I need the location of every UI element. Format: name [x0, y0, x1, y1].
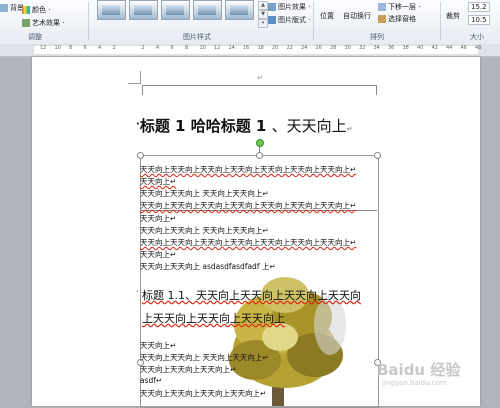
picture-layout-button[interactable]: 图片版式 · — [268, 15, 310, 25]
ruler-number: 22 — [286, 45, 293, 51]
background-button[interactable]: 背景 — [0, 3, 24, 13]
ruler-number: 4 — [98, 45, 102, 51]
document-page[interactable]: ↵ ·标题 1 哈哈标题 1 、天天向上↵ 天天向上天天向上天天向上天天向上天天… — [32, 57, 480, 408]
picture-style-thumbnail-4[interactable] — [193, 0, 222, 20]
ruler-number: 24 — [301, 45, 308, 51]
size-group-label: 大小 — [470, 33, 484, 41]
horizontal-ruler[interactable]: 12 10 8 6 4 2 2 4 6 8 10 12 14 16 18 20 22 24 26 28 30 32 34 36… — [0, 44, 500, 57]
picture-effect-icon — [268, 3, 276, 11]
body-line: 天天向上↵ — [140, 177, 177, 186]
body-line: 天天向上天天向上 天天向上天天向上↵ — [140, 353, 269, 362]
ruler-number: 12 — [40, 45, 47, 51]
ruler-number: 16 — [243, 45, 250, 51]
ruler-number: 2 — [112, 45, 116, 51]
send-backward-icon — [378, 3, 386, 11]
color-button[interactable]: 颜色 · — [22, 5, 50, 15]
position-button[interactable]: 位置 — [320, 11, 334, 21]
heading-2-line-1: 标题 1.1、天天向上天天向上天天向上天天向 — [142, 289, 361, 302]
ribbon: 背景 颜色 · 艺术效果 · 调整 ▲ ▼ ▾ 图片样式 图片效果 · 图片版式… — [0, 0, 500, 45]
ruler-number: 14 — [228, 45, 235, 51]
ruler-number: 26 — [315, 45, 322, 51]
art-effect-icon — [22, 19, 30, 27]
ruler-number: 36 — [388, 45, 395, 51]
art-effect-button[interactable]: 艺术效果 · — [22, 18, 64, 28]
ruler-number: 46 — [460, 45, 467, 51]
ruler-number: 38 — [402, 45, 409, 51]
ruler-number: 10 — [199, 45, 206, 51]
body-line: 天天向上天天向上 asdasdfasdfadf 上↵ — [140, 262, 276, 271]
group-divider — [440, 2, 441, 40]
heading-2-bullet: · — [136, 287, 139, 296]
selection-pane-icon — [378, 15, 386, 23]
ruler-number: 48 — [475, 45, 482, 51]
resize-handle-top-right[interactable] — [374, 152, 381, 159]
body-line: 天天向上天天向上天天向上天天向上天天向上天天向上天天向上↵ — [140, 238, 357, 247]
body-line: 天天向上↵ — [140, 250, 177, 259]
body-line: 天天向上天天向上 天天向上天天向上↵ — [140, 189, 269, 198]
ruler-number: 18 — [257, 45, 264, 51]
baidu-watermark-url: jingyan.baidu.com — [382, 379, 447, 387]
send-backward-button[interactable]: 下移一层 · — [378, 2, 420, 12]
ruler-number: 2 — [141, 45, 145, 51]
body-line: 天天向上↵ — [140, 341, 177, 350]
ruler-number: 30 — [344, 45, 351, 51]
margin-corner-mark — [128, 71, 141, 84]
resize-handle-top[interactable] — [256, 152, 263, 159]
ruler-number: 4 — [156, 45, 160, 51]
color-icon — [22, 6, 30, 14]
body-line: 天天向上天天向上天天向上天天向上↵ — [140, 389, 267, 398]
header-paragraph-mark: ↵ — [257, 74, 263, 82]
baidu-watermark: Baidu 经验 — [377, 361, 461, 379]
ruler-number: 34 — [373, 45, 380, 51]
body-line: 天天向上天天向上天天向上天天向上天天向上天天向上天天向上↵ — [140, 201, 357, 210]
height-input[interactable]: 15.2 — [468, 2, 490, 12]
group-divider — [313, 2, 314, 40]
ruler-number: 8 — [69, 45, 73, 51]
body-line: 天天向上天天向上天天向上↵ — [140, 365, 237, 374]
picture-style-thumbnail-2[interactable] — [129, 0, 158, 20]
resize-handle-top-left[interactable] — [137, 152, 144, 159]
picture-style-thumbnail-5[interactable] — [225, 0, 254, 20]
ruler-number: 6 — [170, 45, 174, 51]
ruler-number: 44 — [446, 45, 453, 51]
background-icon — [0, 4, 8, 12]
body-line: 天天向上↵ — [140, 214, 177, 223]
width-input[interactable]: 10.5 — [468, 15, 490, 25]
body-line: 天天向上天天向上 天天向上天天向上↵ — [140, 226, 269, 235]
ruler-number: 42 — [431, 45, 438, 51]
ruler-number: 8 — [185, 45, 189, 51]
ruler-number: 20 — [272, 45, 279, 51]
picture-effect-button[interactable]: 图片效果 · — [268, 2, 310, 12]
ruler-number: 12 — [214, 45, 221, 51]
picture-style-thumbnail-3[interactable] — [161, 0, 190, 20]
ruler-number: 6 — [83, 45, 87, 51]
header-border — [376, 85, 377, 95]
ruler-number: 28 — [330, 45, 337, 51]
heading-1-rest: 、天天向上 — [271, 117, 347, 135]
heading-1-bold: 标题 1 哈哈标题 1 — [139, 117, 267, 135]
auto-wrap-button[interactable]: 自动换行 — [343, 11, 371, 21]
crop-button[interactable]: 裁剪 — [446, 11, 460, 21]
gallery-scroll-down-button[interactable]: ▼ — [258, 10, 268, 19]
group-divider — [88, 2, 89, 40]
arrange-group-label: 排列 — [370, 33, 384, 41]
rotation-handle[interactable] — [256, 139, 264, 147]
picture-layout-icon — [268, 16, 276, 24]
gallery-more-button[interactable]: ▾ — [258, 19, 268, 28]
header-border — [142, 85, 376, 86]
adjust-group-label: 调整 — [28, 33, 42, 41]
body-line: asdf↵ — [140, 376, 163, 385]
picture-style-thumbnail-1[interactable] — [97, 0, 126, 20]
picture-style-group-label: 图片样式 — [183, 33, 211, 41]
body-line: 天天向上天天向上天天向上天天向上天天向上天天向上天天向上↵ — [140, 165, 357, 174]
heading-1: ·标题 1 哈哈标题 1 、天天向上↵ — [136, 117, 353, 135]
gallery-scroll-up-button[interactable]: ▲ — [258, 1, 268, 10]
heading-2-line-2: 上天天向上天天向上天天向上 — [142, 312, 285, 325]
ruler-number: 40 — [417, 45, 424, 51]
ruler-number: 10 — [54, 45, 61, 51]
ruler-number: 32 — [359, 45, 366, 51]
selection-pane-button[interactable]: 选择窗格 — [378, 14, 416, 24]
header-border — [142, 85, 143, 95]
